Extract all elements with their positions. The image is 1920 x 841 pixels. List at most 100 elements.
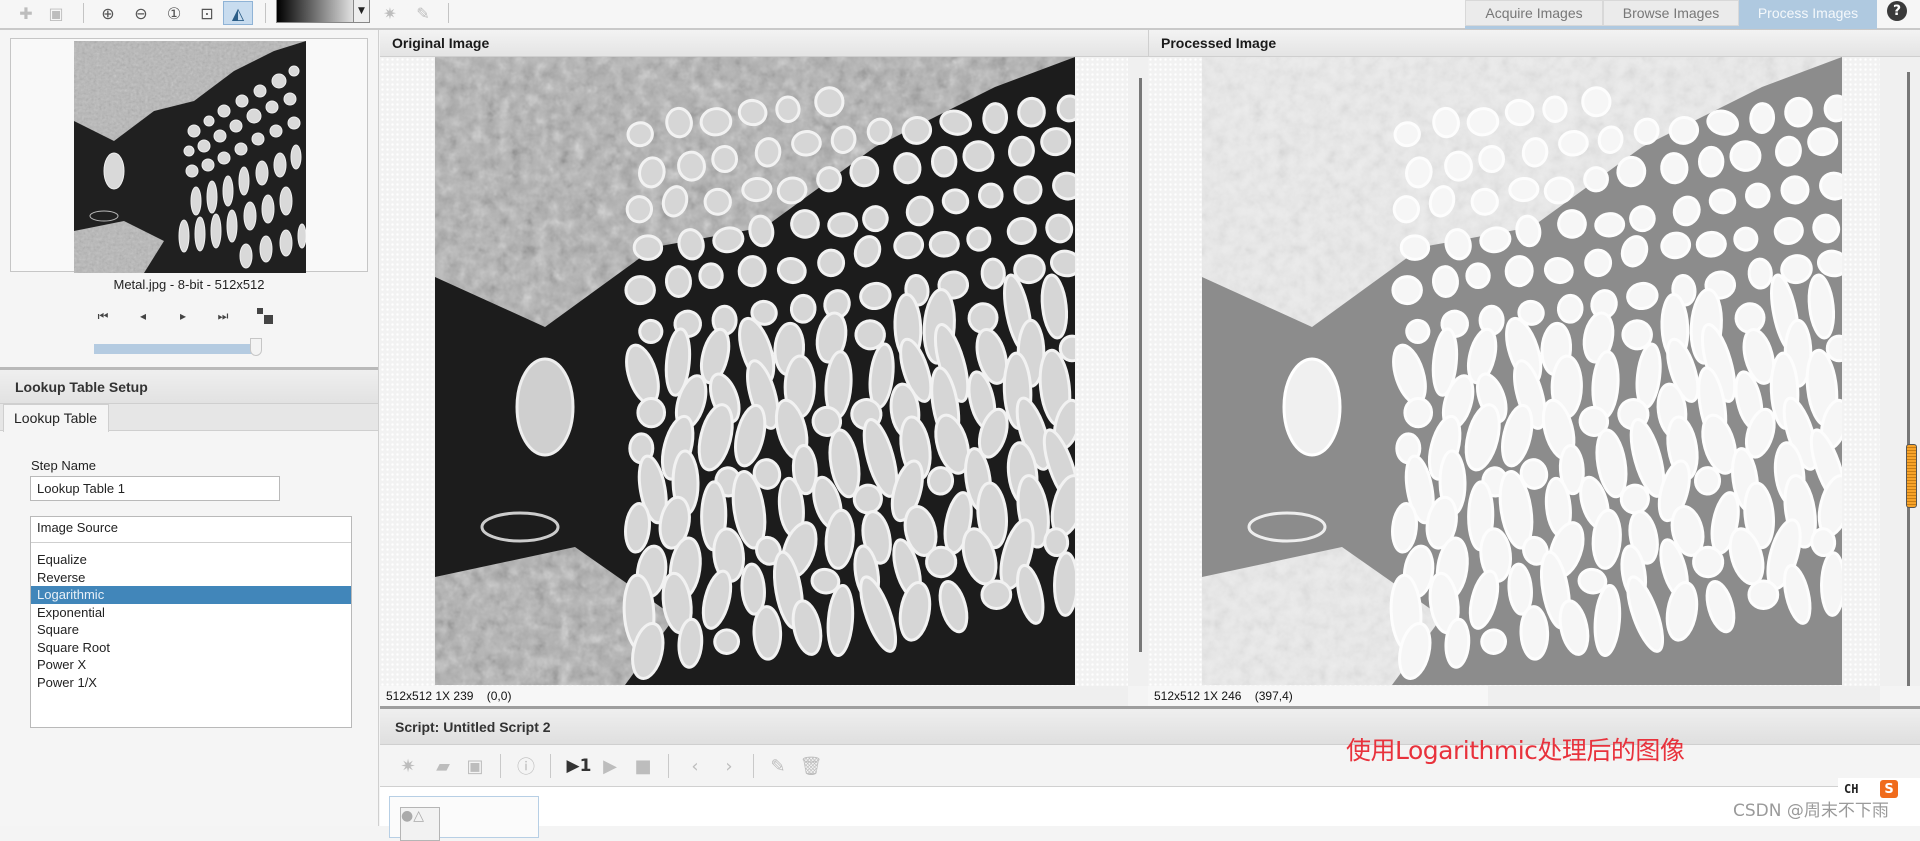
image-slider-thumb[interactable] bbox=[250, 338, 262, 356]
list-item-equalize[interactable]: Equalize bbox=[31, 551, 351, 569]
status-bar-filler bbox=[720, 686, 1128, 706]
palette-view-icon[interactable]: ◭ bbox=[223, 1, 253, 25]
original-image-header: Original Image bbox=[380, 30, 1148, 57]
tab-browse-images[interactable]: Browse Images bbox=[1603, 0, 1739, 26]
image-info-caption: Metal.jpg - 8-bit - 512x512 bbox=[113, 277, 265, 292]
particle bbox=[1825, 334, 1842, 363]
stop-icon[interactable]: ■ bbox=[630, 753, 656, 779]
particle bbox=[737, 255, 767, 288]
delete-step-icon[interactable]: 🗑 bbox=[798, 753, 824, 779]
previous-step-icon[interactable]: ‹ bbox=[682, 753, 708, 779]
particle bbox=[1431, 265, 1459, 298]
particle bbox=[1749, 102, 1776, 134]
metal-micrograph-processed bbox=[1202, 57, 1842, 685]
pencil-icon[interactable]: ✎ bbox=[411, 2, 435, 24]
toolbar-divider bbox=[668, 754, 669, 778]
particle bbox=[791, 130, 822, 157]
open-folder-icon[interactable]: ▰ bbox=[430, 753, 456, 779]
original-pane-scrollbar[interactable] bbox=[1128, 57, 1148, 686]
image-preview-frame bbox=[10, 38, 368, 273]
particle bbox=[664, 265, 692, 298]
particle bbox=[1403, 396, 1434, 429]
toolbar-divider bbox=[265, 3, 266, 23]
particle bbox=[1581, 86, 1612, 118]
add-image-icon[interactable]: ✚ bbox=[14, 2, 38, 24]
particle bbox=[1660, 152, 1689, 185]
step-name-label: Step Name bbox=[31, 458, 97, 473]
particle bbox=[980, 579, 1013, 610]
edit-step-icon[interactable]: ✎ bbox=[765, 753, 791, 779]
script-step-card[interactable]: ●△ bbox=[389, 796, 539, 841]
script-header: Script: Untitled Script 2 bbox=[380, 709, 1920, 745]
list-item-logarithmic[interactable]: Logarithmic bbox=[31, 586, 351, 604]
list-item-power-1-x[interactable]: Power 1/X bbox=[31, 674, 351, 692]
particle bbox=[1013, 175, 1043, 205]
processed-image[interactable] bbox=[1202, 57, 1842, 685]
particle bbox=[1780, 175, 1810, 205]
preview-image[interactable] bbox=[74, 41, 306, 273]
original-cursor-coord: (0,0) bbox=[486, 689, 512, 703]
particle bbox=[893, 152, 922, 185]
particle bbox=[1558, 130, 1589, 157]
particle bbox=[624, 275, 656, 306]
particle bbox=[925, 545, 958, 579]
particle bbox=[775, 95, 801, 124]
processed-scrollbar-track[interactable] bbox=[1907, 72, 1910, 686]
list-item-square[interactable]: Square bbox=[31, 621, 351, 639]
tab-acquire-images[interactable]: Acquire Images bbox=[1465, 0, 1603, 26]
toggle-view-button[interactable] bbox=[253, 305, 277, 327]
zoom-1to1-icon[interactable]: ① bbox=[162, 2, 186, 24]
info-icon[interactable]: ⓘ bbox=[513, 753, 539, 779]
particle bbox=[703, 187, 732, 216]
zoom-fit-icon[interactable]: ⊡ bbox=[195, 2, 219, 24]
processed-size-zoom-value: 512x512 1X 246 bbox=[1154, 689, 1242, 703]
particle bbox=[1399, 234, 1431, 261]
particle bbox=[1747, 579, 1780, 610]
particle bbox=[1058, 334, 1075, 363]
help-button[interactable]: ? bbox=[1883, 0, 1911, 22]
particle bbox=[1584, 248, 1613, 278]
previous-image-button[interactable]: ◂ bbox=[131, 305, 155, 327]
tab-lookup-table[interactable]: Lookup Table bbox=[3, 404, 109, 432]
save-image-icon[interactable]: ▣ bbox=[44, 2, 68, 24]
tab-process-images[interactable]: Process Images bbox=[1739, 0, 1877, 26]
save-script-icon[interactable]: ▣ bbox=[462, 753, 488, 779]
first-image-button[interactable]: ⏮ bbox=[91, 305, 115, 327]
zoom-out-icon[interactable]: ⊖ bbox=[129, 2, 153, 24]
particle bbox=[1470, 187, 1499, 216]
image-slider-track[interactable] bbox=[94, 344, 254, 354]
watermark: CSDN @周末不下雨 bbox=[1733, 801, 1889, 821]
last-image-button[interactable]: ⏭ bbox=[211, 305, 235, 327]
run-icon[interactable]: ▶ bbox=[597, 753, 623, 779]
next-image-button[interactable]: ▸ bbox=[171, 305, 195, 327]
particle bbox=[1745, 182, 1771, 209]
lut-gradient-dropdown[interactable] bbox=[276, 0, 364, 23]
run-once-button[interactable]: ▶1 bbox=[563, 753, 595, 779]
processed-status-bar: 512x512 1X 246 (397,4) bbox=[1148, 686, 1488, 706]
particle bbox=[978, 182, 1004, 209]
threshold-icon[interactable]: ✷ bbox=[378, 2, 402, 24]
script-toolbar: ✷ ▰ ▣ ⓘ ▶1 ▶ ■ ‹ › ✎ 🗑 bbox=[380, 745, 1920, 787]
zoom-in-icon[interactable]: ⊕ bbox=[96, 2, 120, 24]
original-image[interactable] bbox=[435, 57, 1075, 685]
list-item-reverse[interactable]: Reverse bbox=[31, 569, 351, 587]
particle bbox=[1508, 176, 1540, 203]
zoom-slider-thumb[interactable] bbox=[1906, 444, 1917, 508]
list-item-power-x[interactable]: Power X bbox=[31, 656, 351, 674]
prev-icon: ◂ bbox=[139, 309, 147, 323]
help-icon: ? bbox=[1887, 1, 1907, 21]
lut-options-list: Equalize Reverse Logarithmic Exponential… bbox=[31, 551, 351, 691]
particle bbox=[926, 466, 955, 496]
list-item-square-root[interactable]: Square Root bbox=[31, 639, 351, 657]
original-scrollbar-track[interactable] bbox=[1139, 78, 1142, 652]
status-bar-filler bbox=[1488, 686, 1880, 706]
image-source-listbox[interactable]: Image Source Equalize Reverse Logarithmi… bbox=[30, 516, 352, 728]
particle bbox=[1784, 96, 1813, 128]
new-script-icon[interactable]: ✷ bbox=[395, 753, 421, 779]
list-item-exponential[interactable]: Exponential bbox=[31, 604, 351, 622]
next-step-icon[interactable]: › bbox=[716, 753, 742, 779]
metal-micrograph-original bbox=[435, 57, 1075, 685]
chevron-down-icon[interactable]: ▼ bbox=[353, 0, 370, 23]
step-name-input[interactable] bbox=[30, 476, 280, 501]
processed-pane-scrollbar[interactable] bbox=[1880, 57, 1920, 686]
